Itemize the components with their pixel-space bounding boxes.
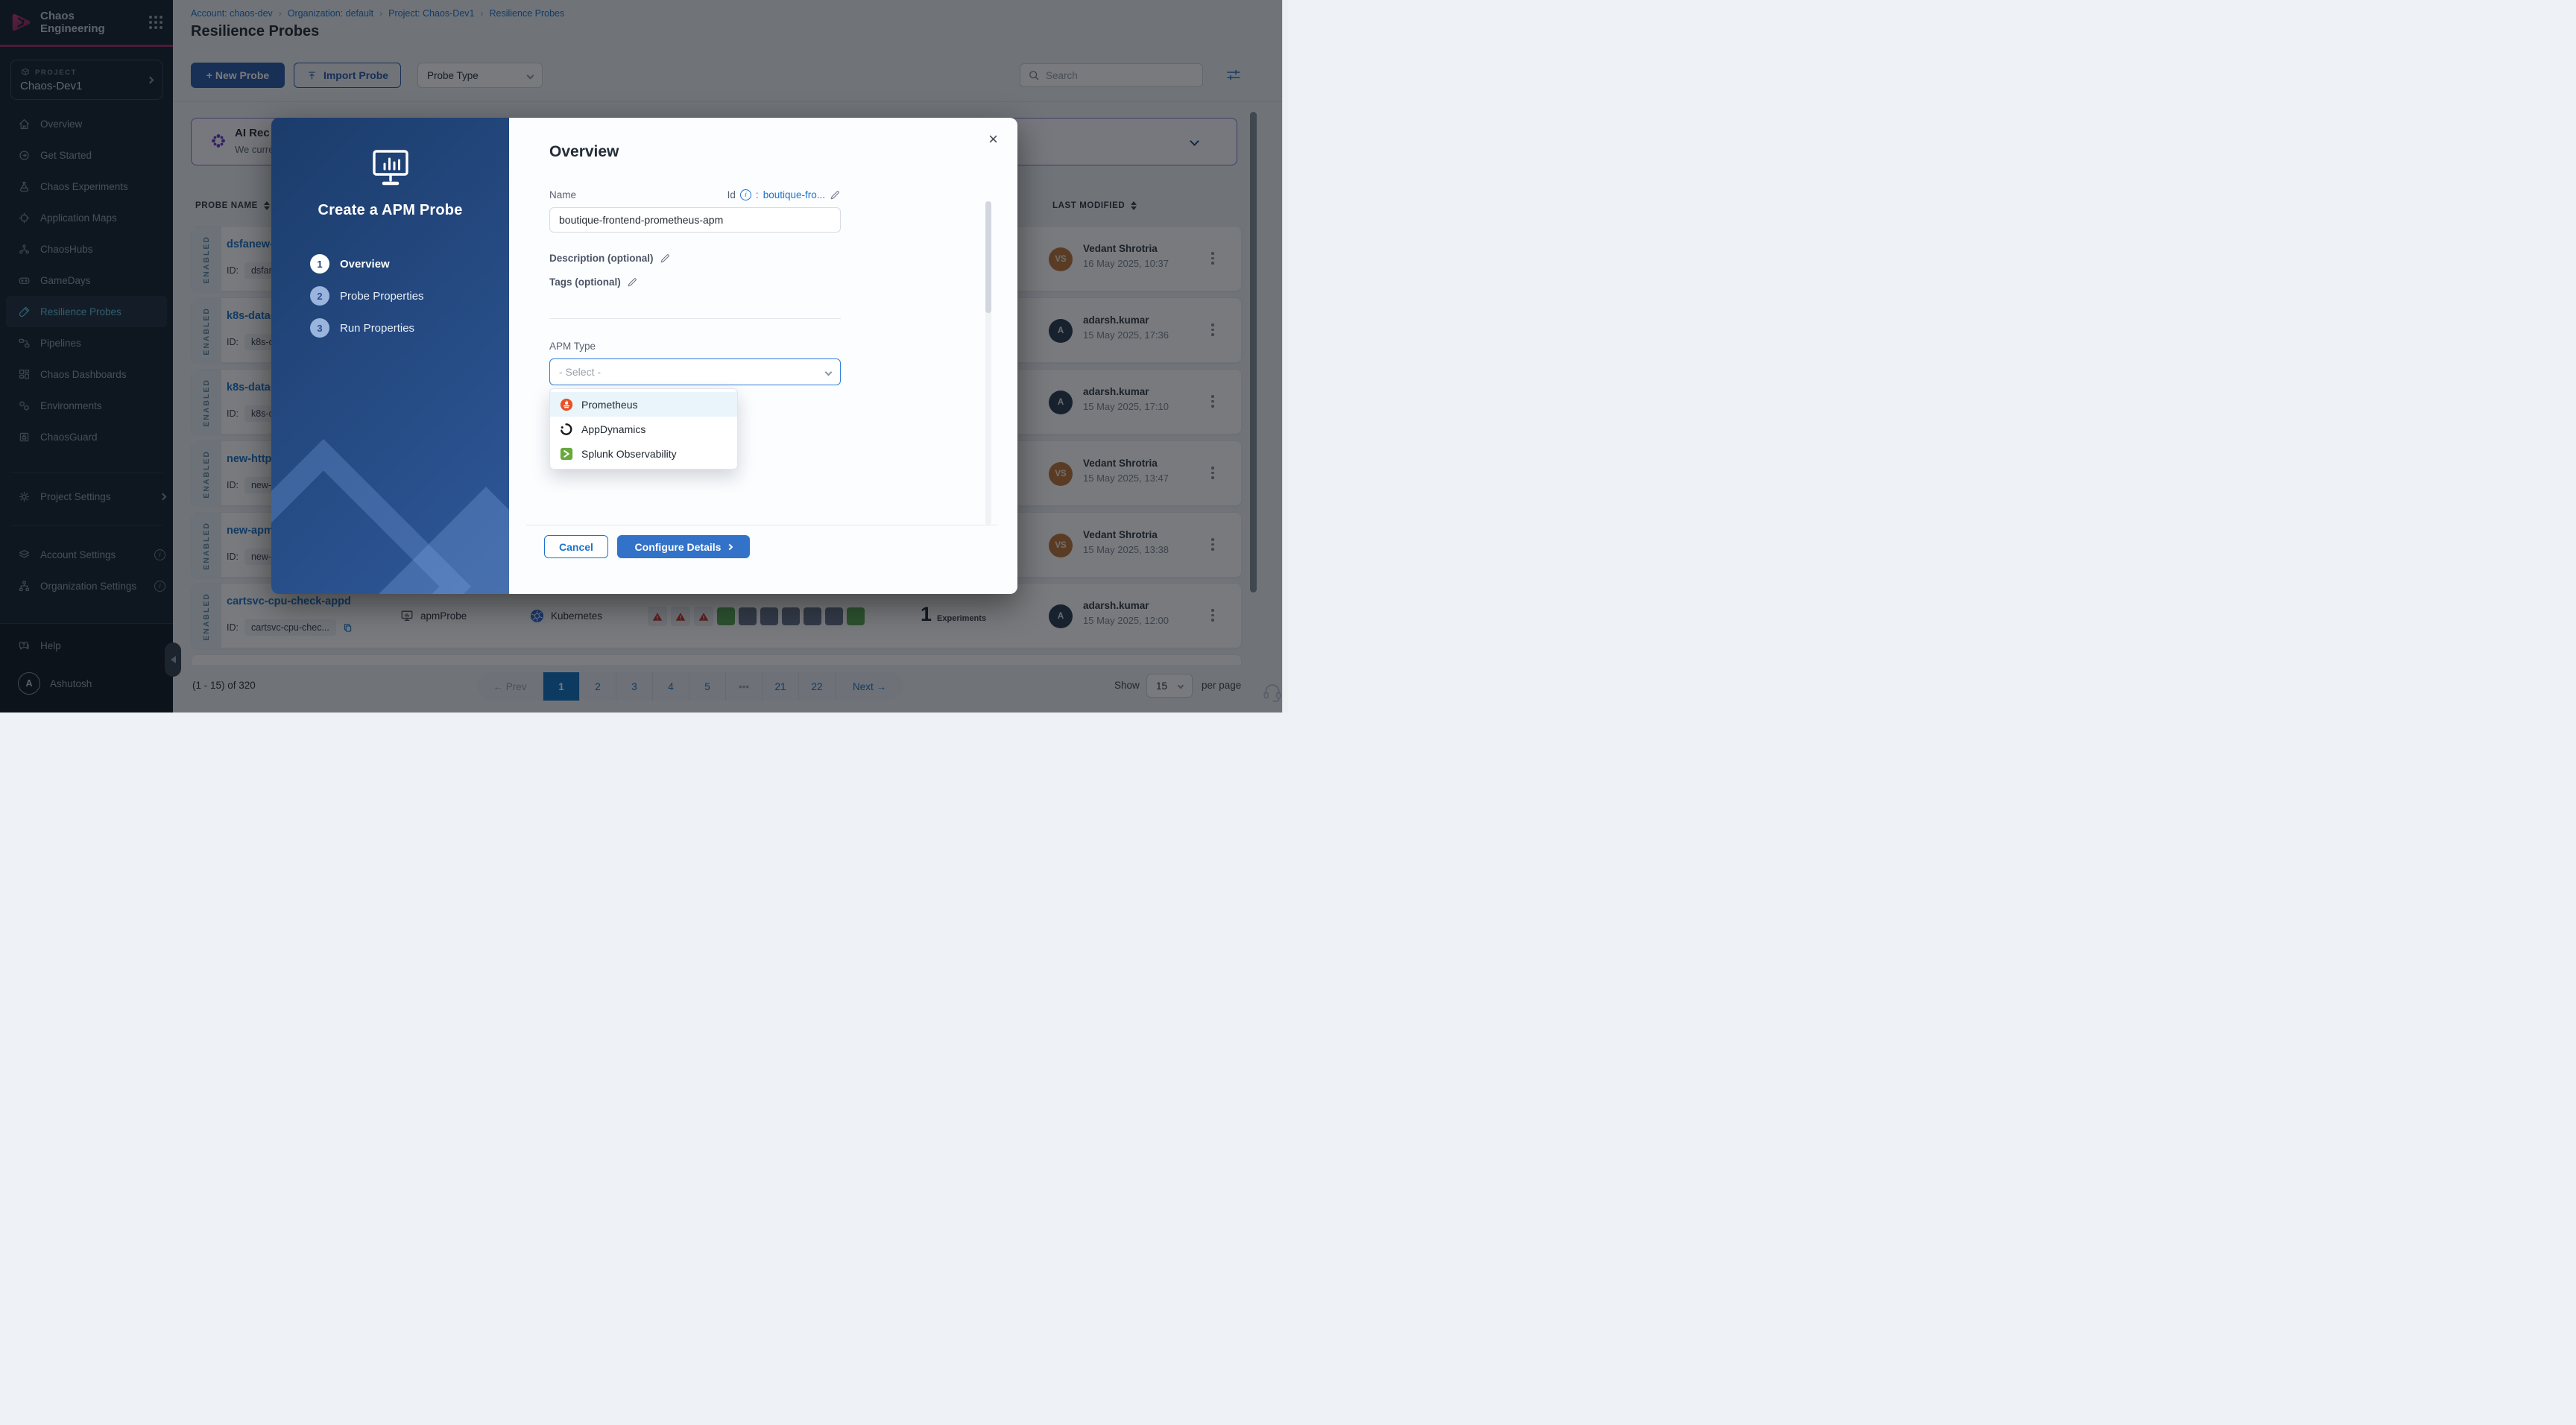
option-splunk-observability[interactable]: Splunk Observability (550, 441, 737, 466)
step-probe-properties[interactable]: 2Probe Properties (310, 286, 424, 306)
modal-title: Create a APM Probe (271, 202, 509, 219)
configure-details-button[interactable]: Configure Details (617, 535, 750, 558)
probe-name-input[interactable]: boutique-frontend-prometheus-apm (549, 207, 841, 233)
edit-tags-icon[interactable] (627, 277, 638, 288)
form-divider (549, 318, 841, 319)
apm-type-label: APM Type (549, 341, 841, 352)
tags-field[interactable]: Tags (optional) (549, 277, 841, 288)
option-appdynamics[interactable]: AppDynamics (550, 417, 737, 441)
close-icon[interactable]: × (988, 131, 998, 148)
apm-monitor-icon (367, 149, 414, 191)
content-scrollbar-thumb[interactable] (1250, 112, 1257, 593)
description-field[interactable]: Description (optional) (549, 253, 841, 264)
step-run-properties[interactable]: 3Run Properties (310, 318, 424, 338)
modal-scrollbar-thumb[interactable] (985, 201, 991, 313)
page-scrollbar[interactable] (1282, 0, 1288, 712)
support-headset-icon[interactable] (1261, 681, 1284, 704)
wizard-steps: 1Overview 2Probe Properties 3Run Propert… (310, 254, 424, 338)
cancel-button[interactable]: Cancel (544, 535, 608, 558)
prometheus-icon (560, 398, 573, 411)
chevron-down-icon (825, 368, 833, 376)
splunk-icon (560, 447, 573, 461)
modal-left-panel: Create a APM Probe 1Overview 2Probe Prop… (271, 118, 509, 594)
id-value: boutique-fro... (763, 189, 825, 200)
name-label: Name (549, 189, 576, 200)
apm-type-select[interactable]: - Select - (549, 358, 841, 385)
info-icon: i (740, 189, 751, 200)
chevron-right-icon (727, 543, 733, 549)
appdynamics-icon (560, 423, 573, 436)
edit-description-icon[interactable] (660, 253, 671, 264)
modal-body: × Overview Name Id i : boutique-fro... b… (509, 118, 1017, 594)
overview-form: Name Id i : boutique-fro... boutique-fro… (549, 189, 841, 385)
step-overview[interactable]: 1Overview (310, 254, 424, 274)
option-prometheus[interactable]: Prometheus (550, 392, 737, 417)
apm-type-dropdown: Prometheus AppDynamics Splunk Observabil… (549, 388, 738, 470)
edit-id-icon[interactable] (830, 189, 841, 200)
id-label: Id (727, 189, 736, 200)
create-apm-probe-modal: Create a APM Probe 1Overview 2Probe Prop… (271, 118, 1017, 594)
modal-heading: Overview (549, 143, 619, 161)
